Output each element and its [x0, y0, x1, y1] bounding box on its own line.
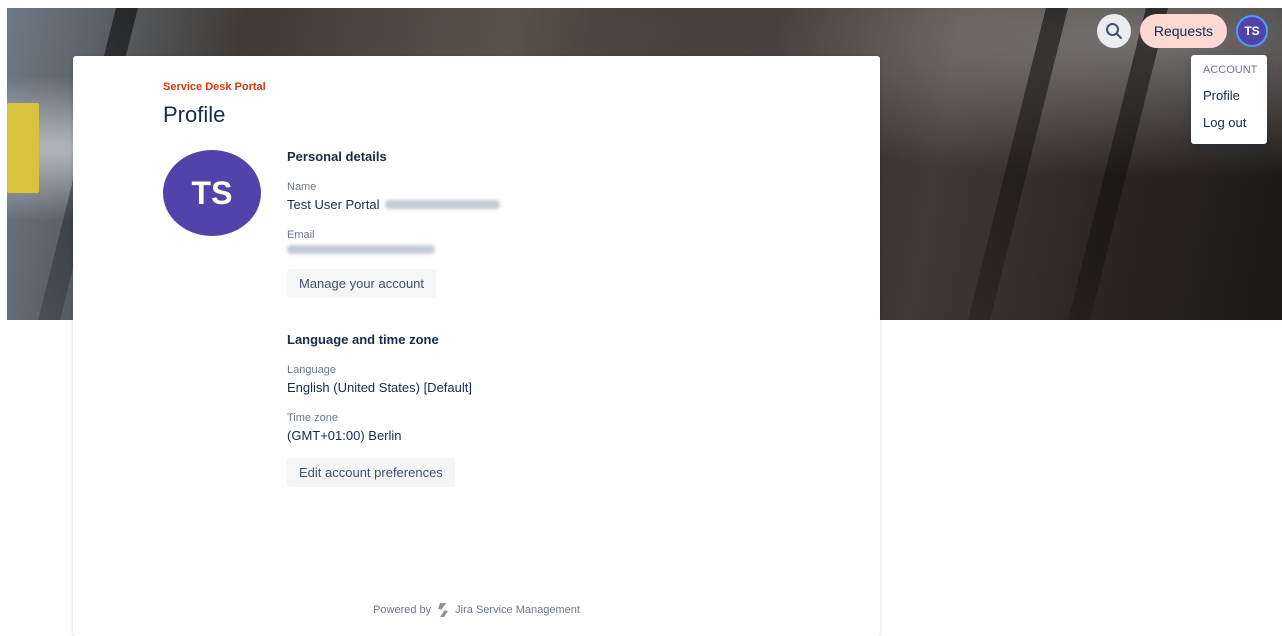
- name-value: Test User Portal: [287, 197, 707, 212]
- top-nav: Requests TS: [1096, 14, 1268, 48]
- manage-account-button[interactable]: Manage your account: [287, 269, 437, 298]
- search-button[interactable]: [1096, 14, 1131, 48]
- jira-service-management-link[interactable]: Jira Service Management: [455, 604, 580, 616]
- redacted-email: [287, 245, 435, 254]
- page-title: Profile: [163, 102, 226, 127]
- name-text: Test User Portal: [287, 197, 380, 212]
- hero-decor: [7, 103, 39, 193]
- powered-by-text: Powered by: [373, 604, 432, 616]
- footer: Powered by Jira Service Management: [73, 603, 880, 617]
- hero-decor: [968, 8, 1068, 320]
- menu-item-log-out[interactable]: Log out: [1191, 109, 1267, 136]
- user-avatar-button[interactable]: TS: [1236, 15, 1268, 47]
- edit-preferences-button[interactable]: Edit account preferences: [287, 458, 455, 487]
- avatar: TS: [163, 150, 261, 236]
- personal-details-heading: Personal details: [287, 149, 387, 164]
- jira-logo-icon: [438, 603, 449, 617]
- language-heading: Language and time zone: [287, 332, 439, 347]
- menu-item-profile[interactable]: Profile: [1191, 82, 1267, 109]
- account-menu: ACCOUNT Profile Log out: [1191, 55, 1267, 144]
- search-icon: [1105, 23, 1122, 39]
- language-label: Language: [287, 364, 336, 376]
- profile-card: Service Desk Portal Profile TS Personal …: [73, 56, 880, 636]
- language-value: English (United States) [Default]: [287, 380, 472, 395]
- hero-decor: [1068, 8, 1168, 320]
- redacted-text: [385, 200, 501, 209]
- name-label: Name: [287, 181, 317, 193]
- profile-details: Personal details Name Test User Portal E…: [287, 149, 707, 487]
- account-menu-heading: ACCOUNT: [1203, 64, 1258, 76]
- timezone-label: Time zone: [287, 412, 338, 424]
- timezone-value: (GMT+01:00) Berlin: [287, 428, 402, 443]
- email-value: [287, 245, 707, 254]
- breadcrumb[interactable]: Service Desk Portal: [163, 81, 266, 93]
- requests-button[interactable]: Requests: [1139, 14, 1227, 48]
- email-label: Email: [287, 229, 315, 241]
